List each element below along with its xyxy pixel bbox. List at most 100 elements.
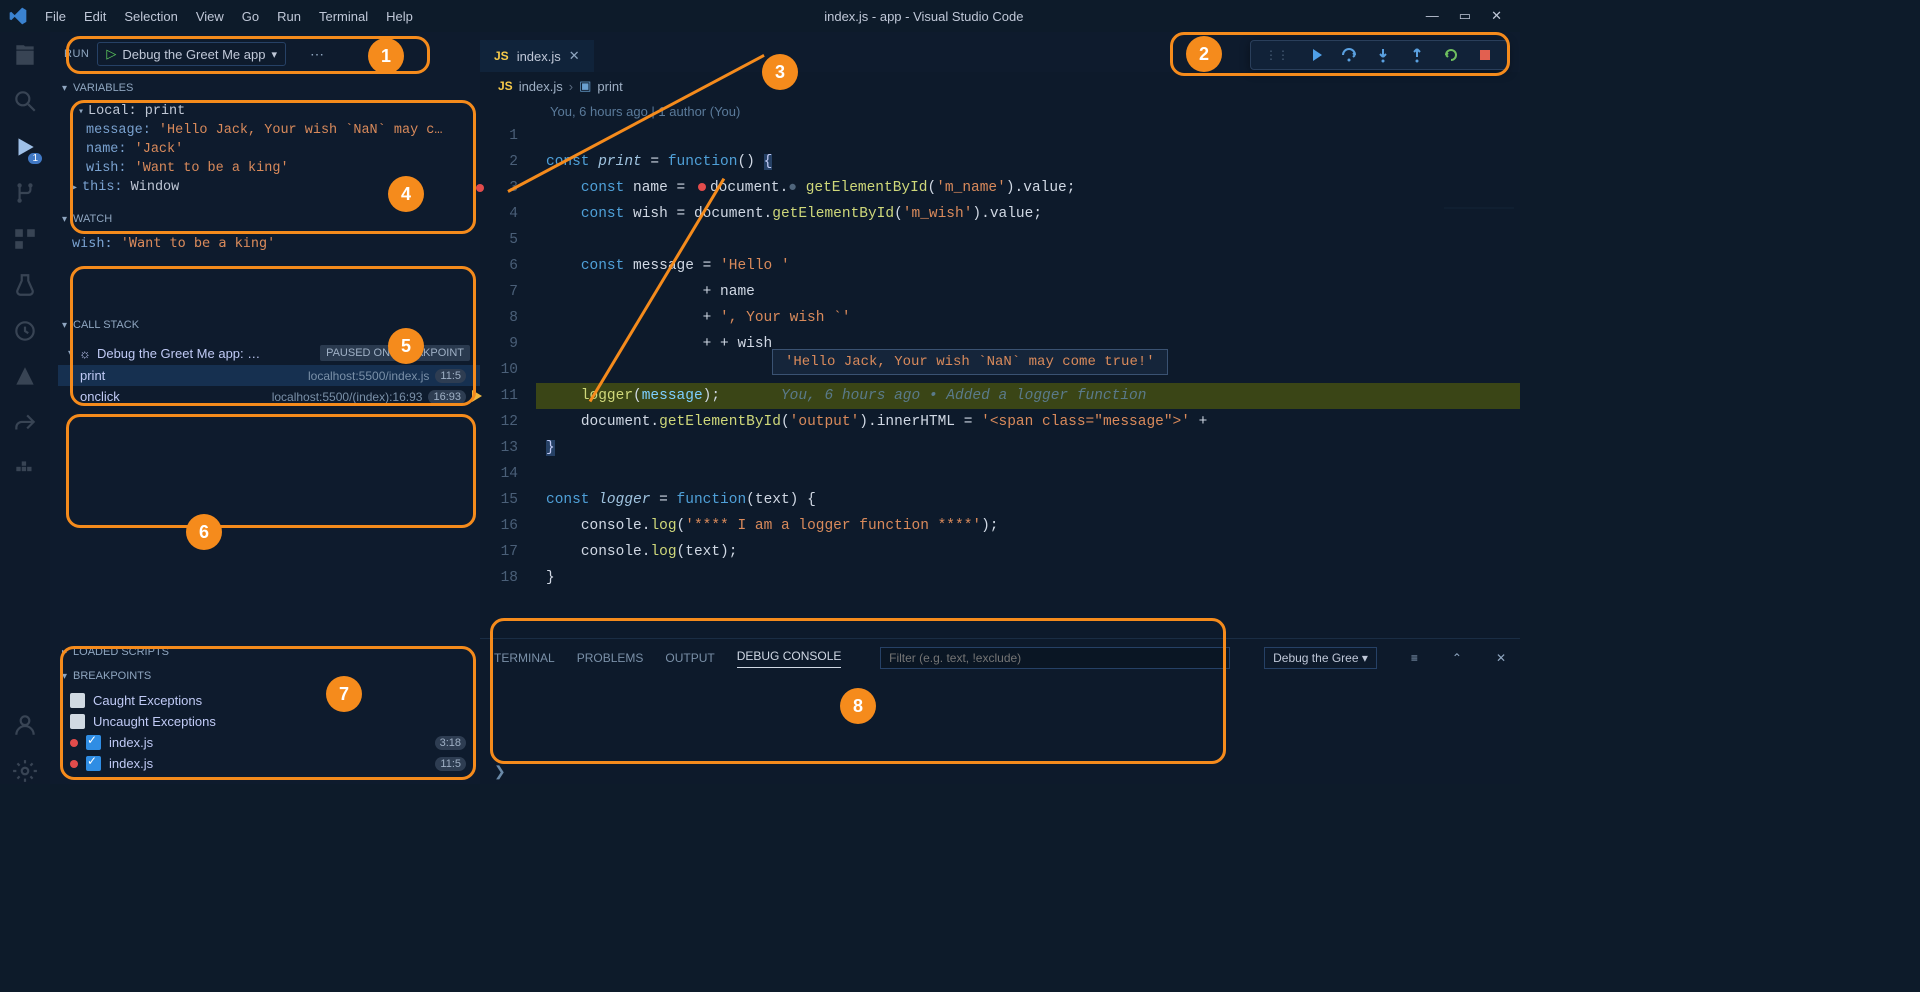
tab-output[interactable]: OUTPUT	[665, 651, 714, 665]
breakpoint-row[interactable]: index.js3:18	[66, 732, 480, 753]
settings-icon[interactable]	[12, 758, 38, 784]
testing-icon[interactable]	[12, 272, 38, 298]
breakpoints-header[interactable]: BREAKPOINTS	[50, 664, 480, 688]
code-content[interactable]: const print = function() { const name = …	[536, 123, 1520, 638]
checkbox[interactable]	[86, 756, 101, 771]
restart-icon[interactable]	[1443, 47, 1459, 63]
call-stack-body: ☼ Debug the Greet Me app: … PAUSED ON BR…	[50, 337, 480, 435]
maximize-icon[interactable]: ▭	[1459, 8, 1471, 24]
bottom-panel: TERMINAL PROBLEMS OUTPUT DEBUG CONSOLE D…	[480, 638, 1520, 784]
close-tab-icon[interactable]: ✕	[569, 48, 580, 64]
variable-row[interactable]: message: 'Hello Jack, Your wish `NaN` ma…	[68, 121, 480, 140]
watch-header[interactable]: WATCH	[50, 207, 480, 231]
continue-icon[interactable]	[1307, 47, 1323, 63]
editor-body[interactable]: 1 2 3 4 5 6 7 8 9 10 11 12 13 14 15 16 1…	[480, 123, 1520, 638]
panel-tabs: TERMINAL PROBLEMS OUTPUT DEBUG CONSOLE D…	[480, 639, 1520, 677]
debug-console-filter[interactable]	[880, 647, 1230, 669]
menu-terminal[interactable]: Terminal	[310, 5, 377, 28]
step-over-icon[interactable]	[1341, 47, 1357, 63]
bug-icon: ☼	[79, 346, 91, 361]
stack-frame[interactable]: onclick localhost:5500/(index):16:93 16:…	[58, 386, 480, 407]
minimize-icon[interactable]: —	[1426, 8, 1439, 24]
breakpoint-dot-icon	[70, 739, 78, 747]
launch-config-name: Debug the Greet Me app	[122, 47, 265, 62]
stop-icon[interactable]	[1477, 47, 1493, 63]
current-line-marker-icon	[472, 390, 482, 402]
share-icon[interactable]	[12, 410, 38, 436]
variables-body: Local: print message: 'Hello Jack, Your …	[50, 100, 480, 207]
call-stack-header[interactable]: CALL STACK	[50, 313, 480, 337]
js-file-icon: JS	[498, 79, 513, 93]
vscode-logo-icon	[8, 6, 28, 26]
run-label: RUN	[64, 48, 89, 60]
breakpoint-uncaught-exceptions[interactable]: Uncaught Exceptions	[66, 711, 480, 732]
breakpoint-row[interactable]: index.js11:5	[66, 753, 480, 774]
debug-status-badge: PAUSED ON BREAKPOINT	[320, 345, 470, 361]
toolbar-grip-icon[interactable]: ⋮⋮	[1265, 48, 1289, 62]
checkbox[interactable]	[86, 735, 101, 750]
call-stack-thread[interactable]: ☼ Debug the Greet Me app: … PAUSED ON BR…	[58, 341, 480, 365]
variables-header[interactable]: VARIABLES	[50, 76, 480, 100]
source-control-icon[interactable]	[12, 180, 38, 206]
activity-bar: 1	[0, 32, 50, 784]
debug-console-prompt[interactable]: ❯	[480, 759, 1520, 784]
panel-close-icon[interactable]: ✕	[1496, 651, 1506, 665]
azure-icon[interactable]	[12, 364, 38, 390]
minimap[interactable]	[1444, 207, 1514, 317]
breadcrumb[interactable]: JS index.js › ▣ print	[480, 72, 1520, 100]
step-into-icon[interactable]	[1375, 47, 1391, 63]
explorer-icon[interactable]	[12, 42, 38, 68]
menu-file[interactable]: File	[36, 5, 75, 28]
debug-icon[interactable]: 1	[12, 134, 38, 160]
menu-selection[interactable]: Selection	[115, 5, 186, 28]
docker-icon[interactable]	[12, 456, 38, 482]
chevron-down-icon[interactable]: ▾	[271, 48, 277, 61]
debug-hover-tooltip: 'Hello Jack, Your wish `NaN` may come tr…	[772, 349, 1168, 375]
variable-row[interactable]: name: 'Jack'	[68, 140, 480, 159]
extensions-icon[interactable]	[12, 226, 38, 252]
stack-frame[interactable]: print localhost:5500/index.js 11:5	[58, 365, 480, 386]
debug-badge: 1	[28, 153, 42, 164]
debug-side-panel: RUN ▷ Debug the Greet Me app ▾ ⋯ VARIABL…	[50, 32, 480, 784]
variable-row[interactable]: wish: 'Want to be a king'	[68, 159, 480, 178]
menu-go[interactable]: Go	[233, 5, 268, 28]
run-header: RUN ▷ Debug the Greet Me app ▾ ⋯	[50, 32, 480, 76]
watch-row[interactable]: wish: 'Want to be a king'	[72, 235, 464, 251]
editor-area: JS index.js ✕ JS index.js › ▣ print You,…	[480, 32, 1520, 784]
title-bar: File Edit Selection View Go Run Terminal…	[0, 0, 1520, 32]
code-lens[interactable]: You, 6 hours ago | 1 author (You)	[480, 100, 1520, 123]
debug-console-scope[interactable]: Debug the Gree ▾	[1264, 647, 1377, 669]
checkbox[interactable]	[70, 714, 85, 729]
window-title: index.js - app - Visual Studio Code	[422, 9, 1426, 24]
account-icon[interactable]	[12, 712, 38, 738]
editor-tab[interactable]: JS index.js ✕	[480, 40, 594, 72]
tab-problems[interactable]: PROBLEMS	[577, 651, 644, 665]
loaded-scripts-header[interactable]: LOADED SCRIPTS	[50, 640, 480, 664]
symbol-icon: ▣	[579, 78, 591, 94]
launch-config-select[interactable]: ▷ Debug the Greet Me app ▾	[97, 42, 286, 66]
panel-settings-icon[interactable]: ≡	[1411, 651, 1418, 665]
more-actions-icon[interactable]: ⋯	[310, 46, 324, 63]
panel-maximize-icon[interactable]: ⌃	[1452, 651, 1462, 665]
line-gutter[interactable]: 1 2 3 4 5 6 7 8 9 10 11 12 13 14 15 16 1…	[480, 123, 536, 638]
variable-row[interactable]: this: Window	[68, 178, 480, 197]
remote-icon[interactable]	[12, 318, 38, 344]
checkbox[interactable]	[70, 693, 85, 708]
close-icon[interactable]: ✕	[1491, 8, 1502, 24]
breakpoints-body: Caught Exceptions Uncaught Exceptions in…	[50, 688, 480, 784]
menu-view[interactable]: View	[187, 5, 233, 28]
breakpoint-dot-icon	[70, 760, 78, 768]
menu-run[interactable]: Run	[268, 5, 310, 28]
search-icon[interactable]	[12, 88, 38, 114]
variable-scope[interactable]: Local: print	[68, 102, 480, 121]
start-debug-icon[interactable]: ▷	[106, 46, 116, 62]
breakpoint-caught-exceptions[interactable]: Caught Exceptions	[66, 690, 480, 711]
menu-edit[interactable]: Edit	[75, 5, 115, 28]
breakpoint-marker-icon[interactable]	[476, 184, 484, 192]
menu-help[interactable]: Help	[377, 5, 422, 28]
tab-terminal[interactable]: TERMINAL	[494, 651, 555, 665]
debug-toolbar[interactable]: ⋮⋮	[1250, 40, 1508, 70]
watch-body: wish: 'Want to be a king'	[50, 231, 480, 313]
step-out-icon[interactable]	[1409, 47, 1425, 63]
tab-debug-console[interactable]: DEBUG CONSOLE	[737, 649, 842, 668]
